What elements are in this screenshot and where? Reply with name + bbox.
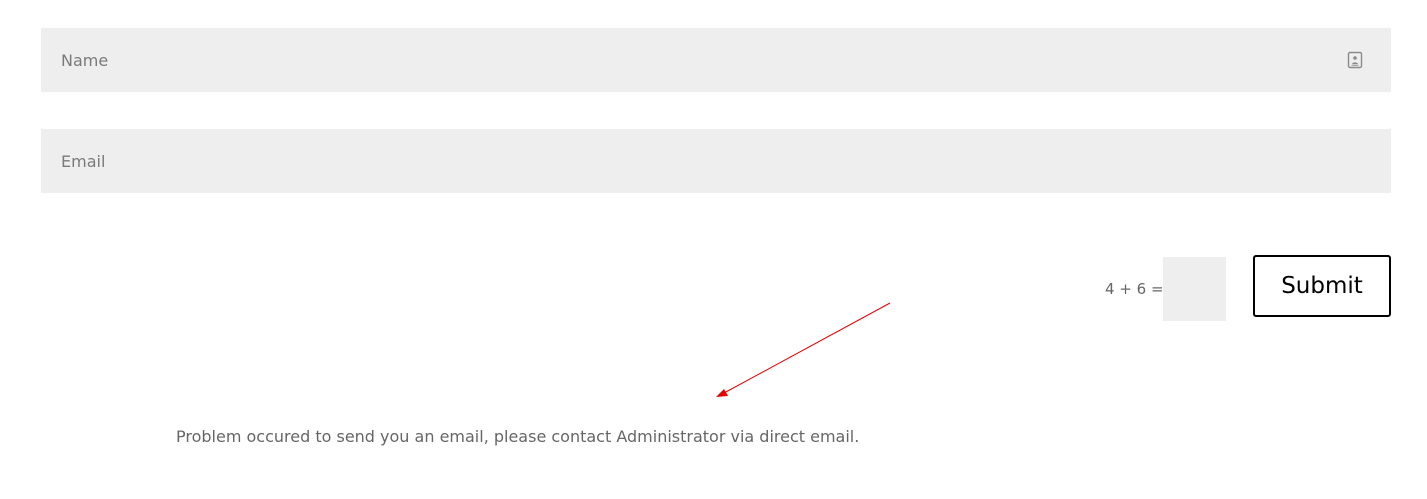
name-field[interactable] (41, 28, 1391, 92)
email-field[interactable] (41, 129, 1391, 193)
captcha-question: 4 + 6 = (1105, 280, 1164, 298)
error-message: Problem occured to send you an email, pl… (176, 427, 860, 446)
submit-button[interactable]: Submit (1253, 255, 1391, 317)
email-input[interactable] (41, 129, 1391, 193)
name-input[interactable] (41, 28, 1391, 92)
captcha-input[interactable] (1163, 257, 1226, 321)
contact-card-icon[interactable] (1347, 51, 1363, 69)
